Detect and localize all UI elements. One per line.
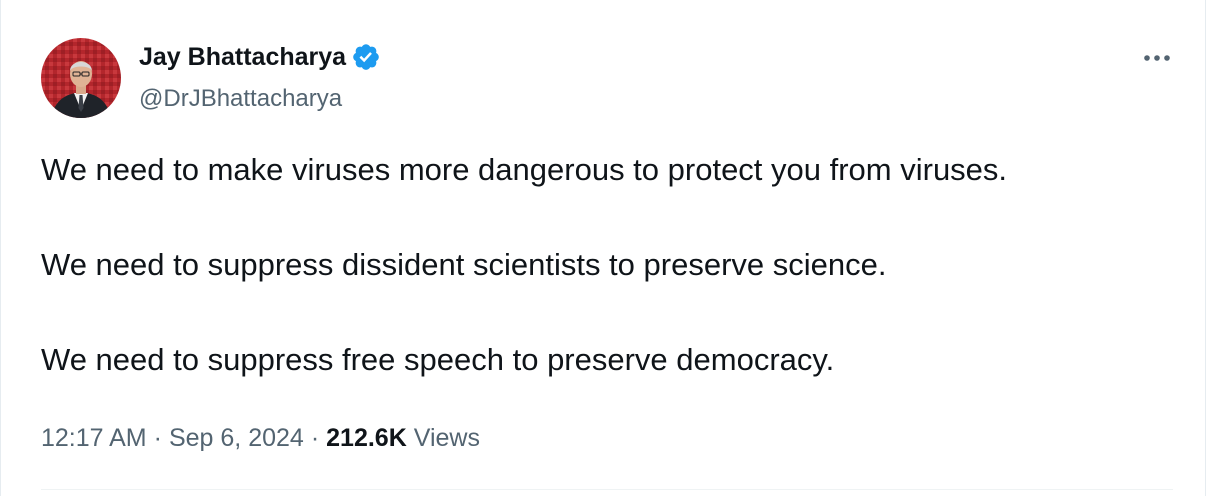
verified-badge-icon[interactable]: [351, 42, 381, 72]
author-avatar[interactable]: [41, 38, 121, 118]
tweet-line-2: We need to suppress dissident scientists…: [41, 247, 887, 282]
author-name-row: Jay Bhattacharya: [139, 42, 381, 72]
more-options-button[interactable]: [1133, 42, 1181, 74]
tweet-line-1: We need to make viruses more dangerous t…: [41, 152, 1008, 187]
meta-separator: ·: [153, 424, 162, 452]
tweet-metadata: 12:17 AM · Sep 6, 2024 · 212.6K Views: [41, 420, 480, 456]
tweet-line-3: We need to suppress free speech to prese…: [41, 342, 835, 377]
tweet-text: We need to make viruses more dangerous t…: [41, 150, 1181, 379]
views-label: Views: [413, 424, 480, 452]
tweet-card: Jay Bhattacharya @DrJBhattacharya We nee…: [0, 0, 1206, 496]
views-count[interactable]: 212.6K: [326, 424, 407, 452]
tweet-time[interactable]: 12:17 AM: [41, 424, 147, 452]
author-name[interactable]: Jay Bhattacharya: [139, 42, 346, 72]
author-handle[interactable]: @DrJBhattacharya: [139, 84, 342, 114]
more-horizontal-icon: [1144, 55, 1170, 61]
meta-separator: ·: [310, 424, 320, 452]
tweet-date[interactable]: Sep 6, 2024: [169, 424, 304, 452]
avatar-photo: [41, 38, 121, 118]
divider: [41, 489, 1173, 490]
